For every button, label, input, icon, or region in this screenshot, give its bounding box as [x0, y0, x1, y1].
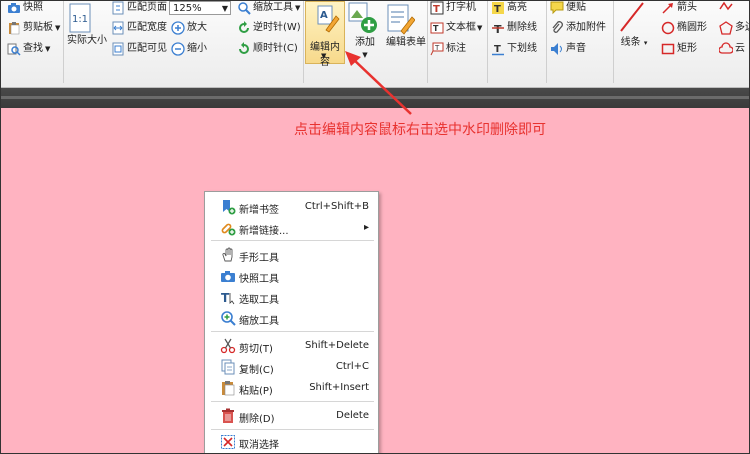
- menu-item-label: 新增链接...: [239, 226, 289, 237]
- menu-item-label: 手形工具: [239, 253, 279, 264]
- menu-item-label: 选取工具: [239, 295, 279, 306]
- deselect-icon: [220, 434, 236, 450]
- menu-item-label: 缩放工具: [239, 316, 279, 327]
- copy-icon: [220, 359, 236, 375]
- app-window: 快照 剪贴板 ▼ 查找 ▼ 1:1 实际大小 匹配页面 匹配宽度 匹配可见 12…: [0, 0, 750, 454]
- menu-item-delete[interactable]: 删除(D) Delete: [205, 405, 378, 426]
- menu-item-label: 剪切(T): [239, 344, 273, 355]
- menu-item-deselect[interactable]: 取消选择: [205, 431, 378, 452]
- menu-item-paste[interactable]: 粘贴(P) Shift+Insert: [205, 377, 378, 398]
- text-select-icon: T: [220, 289, 236, 305]
- camera-icon: [220, 268, 236, 284]
- trash-icon: [220, 408, 236, 424]
- menu-item-shortcut: Ctrl+C: [335, 361, 369, 372]
- menu-item-add-bookmark[interactable]: 新增书签 Ctrl+Shift+B: [205, 196, 378, 217]
- menu-item-shortcut: Shift+Delete: [305, 340, 369, 351]
- magnifier-icon: [220, 310, 236, 326]
- menu-item-label: 删除(D): [239, 414, 275, 425]
- menu-item-shortcut: Shift+Insert: [309, 382, 369, 393]
- menu-item-label: 粘贴(P): [239, 386, 273, 397]
- menu-divider: [211, 401, 374, 402]
- menu-item-label: 新增书签: [239, 205, 279, 216]
- bookmark-add-icon: [220, 199, 236, 215]
- menu-item-hand-tool[interactable]: 手形工具: [205, 244, 378, 265]
- link-add-icon: [220, 220, 236, 236]
- menu-item-cut[interactable]: 剪切(T) Shift+Delete: [205, 335, 378, 356]
- menu-item-add-link[interactable]: 新增链接... ▸: [205, 217, 378, 238]
- submenu-arrow-icon: ▸: [363, 222, 369, 233]
- menu-item-label: 复制(C): [239, 365, 274, 376]
- clipboard-icon: [220, 380, 236, 396]
- menu-item-label: 取消选择: [239, 440, 279, 451]
- menu-item-select-tool[interactable]: T 选取工具: [205, 286, 378, 307]
- menu-item-shortcut: Ctrl+Shift+B: [304, 201, 369, 212]
- menu-item-zoom-tool[interactable]: 缩放工具: [205, 307, 378, 328]
- context-menu: 新增书签 Ctrl+Shift+B 新增链接... ▸ 手形工具 快照工具 T …: [204, 191, 379, 453]
- menu-item-copy[interactable]: 复制(C) Ctrl+C: [205, 356, 378, 377]
- menu-item-label: 快照工具: [239, 274, 279, 285]
- hand-icon: [220, 247, 236, 263]
- arrow-to-edit-content: [352, 58, 412, 115]
- scissors-icon: [220, 338, 236, 354]
- svg-text:T: T: [221, 291, 230, 305]
- menu-divider: [211, 240, 374, 241]
- menu-item-snapshot-tool[interactable]: 快照工具: [205, 265, 378, 286]
- menu-divider: [211, 331, 374, 332]
- menu-item-shortcut: Delete: [336, 410, 369, 421]
- menu-divider: [211, 429, 374, 430]
